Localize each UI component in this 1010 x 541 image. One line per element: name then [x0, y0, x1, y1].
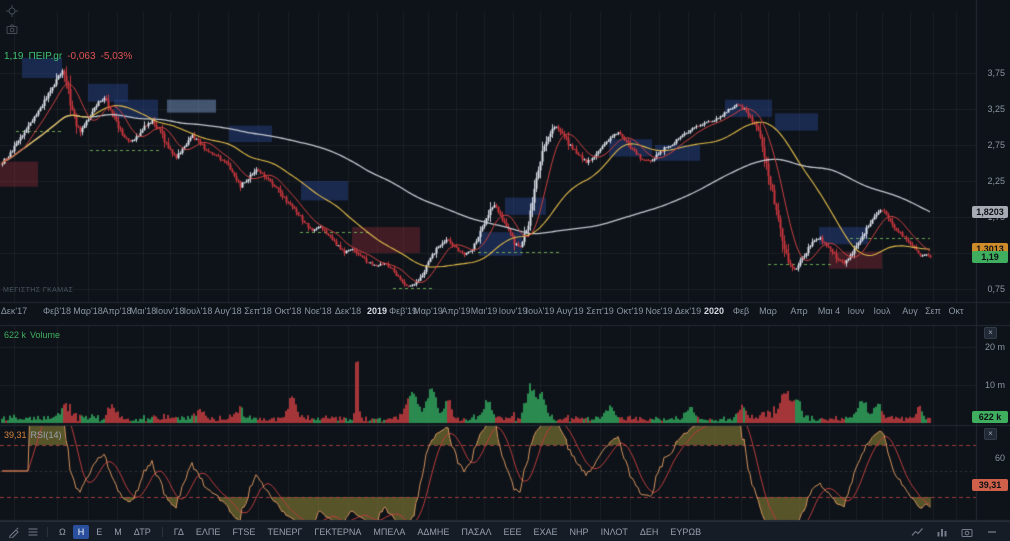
- time-axis-label: Απρ'18: [102, 306, 131, 316]
- symbol-button-ΕΛΠΕ[interactable]: ΕΛΠΕ: [191, 525, 226, 539]
- toolbar-divider: [162, 527, 163, 537]
- volume-pane-close-button[interactable]: ×: [984, 327, 997, 339]
- symbol-button-ΤΕΝΕΡΓ[interactable]: ΤΕΝΕΡΓ: [262, 525, 307, 539]
- symbol-button-ΓΕΚΤΕΡΝΑ[interactable]: ΓΕΚΤΕΡΝΑ: [309, 525, 366, 539]
- top-left-tools: [5, 4, 18, 35]
- time-axis-label: Δεκ'17: [1, 306, 27, 316]
- time-axis-label: Οκτ'18: [275, 306, 302, 316]
- time-axis-label: Ιουλ'18: [184, 306, 213, 316]
- time-axis-label: Φεβ: [733, 306, 749, 316]
- time-axis-label: Ιουν'19: [499, 306, 528, 316]
- symbol-button-ΕΥΡΩΒ[interactable]: ΕΥΡΩΒ: [665, 525, 706, 539]
- time-axis-label: Απρ: [790, 306, 807, 316]
- price-scale-label: 0,75: [987, 284, 1005, 294]
- watchlist-icon[interactable]: [25, 525, 41, 539]
- time-axis-label: Ιουλ: [874, 306, 891, 316]
- timeframe-button-Μ[interactable]: Μ: [109, 525, 127, 539]
- time-axis-label: Ιουν'18: [156, 306, 185, 316]
- ma-long-price-badge: 1,8203: [972, 206, 1008, 218]
- camera-icon[interactable]: [5, 22, 18, 35]
- time-axis-label: Μαι'19: [471, 306, 497, 316]
- time-axis-label: 2019: [367, 306, 387, 316]
- timeframe-button-ΔΤΡ[interactable]: ΔΤΡ: [129, 525, 156, 539]
- symbol-button-ΕΕΕ[interactable]: ΕΕΕ: [499, 525, 527, 539]
- camera-icon[interactable]: [959, 525, 975, 539]
- volume-value-badge: 622 k: [972, 411, 1008, 423]
- trading-app: 1,19 ΠΕΙΡ.gr -0,063 -5,03% ΜΕΓΙΣΤΗΣ ΓΚΑΜ…: [0, 0, 1010, 541]
- symbol-button-ΓΔ[interactable]: ΓΔ: [169, 525, 189, 539]
- pane-watermark: ΜΕΓΙΣΤΗΣ ΓΚΑΜΑΣ: [3, 287, 73, 294]
- crosshair-icon[interactable]: [5, 4, 18, 17]
- bottom-toolbar: ΩΗΕΜΔΤΡ ΓΔΕΛΠΕFTSEΤΕΝΕΡΓΓΕΚΤΕΡΝΑΜΠΕΛΑΑΔΜ…: [0, 521, 1010, 541]
- pencil-icon[interactable]: [6, 525, 22, 539]
- time-axis-label: Ιουλ'19: [526, 306, 555, 316]
- rsi-value-badge: 39,31: [972, 479, 1008, 491]
- timeframe-group: ΩΗΕΜΔΤΡ: [54, 525, 156, 539]
- minus-icon[interactable]: [984, 525, 1000, 539]
- time-axis-label: Μαι 4: [818, 306, 840, 316]
- price-change-pct: -5,03%: [101, 51, 133, 62]
- time-axis-label: Δεκ'18: [335, 306, 361, 316]
- timeframe-button-Ε[interactable]: Ε: [91, 525, 107, 539]
- price-scale-label: 2,75: [987, 140, 1005, 150]
- time-axis-label: Σεπ: [925, 306, 941, 316]
- time-axis-label: Οκτ'19: [617, 306, 644, 316]
- rsi-indicator-name[interactable]: RSI(14): [31, 430, 62, 440]
- symbol-button-ΜΠΕΛΑ[interactable]: ΜΠΕΛΑ: [368, 525, 410, 539]
- time-axis-label: Μαι'18: [130, 306, 156, 316]
- symbol-shortcut-group: ΓΔΕΛΠΕFTSEΤΕΝΕΡΓΓΕΚΤΕΡΝΑΜΠΕΛΑΑΔΜΗΕΠΑΣΑΛΕ…: [169, 525, 706, 539]
- time-axis-label: Φεβ'18: [43, 306, 71, 316]
- time-axis-label: Αυγ'19: [556, 306, 583, 316]
- symbol-button-ΔΕΗ[interactable]: ΔΕΗ: [635, 525, 664, 539]
- time-axis-label: Μαρ: [759, 306, 777, 316]
- rsi-scale-label: 60: [995, 453, 1005, 463]
- symbol-button-ΝΗΡ[interactable]: ΝΗΡ: [565, 525, 594, 539]
- time-axis-label: Σεπ'18: [244, 306, 272, 316]
- time-axis-label: Σεπ'19: [586, 306, 614, 316]
- rsi-pane-close-button[interactable]: ×: [984, 428, 997, 440]
- time-axis-label: Αυγ'18: [214, 306, 241, 316]
- volume-scale-label: 10 m: [985, 380, 1005, 390]
- volume-value: 622 k: [4, 330, 26, 340]
- symbol-button-ΠΑΣΑΛ[interactable]: ΠΑΣΑΛ: [456, 525, 496, 539]
- price-scale-label: 3,75: [987, 68, 1005, 78]
- histogram-icon[interactable]: [934, 525, 950, 539]
- time-axis-label: Αυγ: [902, 306, 917, 316]
- toolbar-divider: [47, 527, 48, 537]
- symbol-button-ΕΧΑΕ[interactable]: ΕΧΑΕ: [529, 525, 563, 539]
- volume-pane-header: 622 k Volume: [4, 330, 60, 340]
- time-axis-label: Απρ'19: [441, 306, 470, 316]
- last-price: 1,19: [4, 51, 23, 62]
- toolbar-right-icons: [909, 525, 1004, 539]
- time-axis-label: Νοε'19: [645, 306, 672, 316]
- price-scale-label: 2,25: [987, 176, 1005, 186]
- volume-indicator-name[interactable]: Volume: [30, 330, 60, 340]
- symbol-button-ΙΝΛΟΤ[interactable]: ΙΝΛΟΤ: [596, 525, 633, 539]
- time-axis-label: Μαρ'18: [73, 306, 103, 316]
- time-axis-label: Οκτ: [948, 306, 963, 316]
- time-axis-label: 2020: [704, 306, 724, 316]
- time-axis-label: Μαρ'19: [413, 306, 443, 316]
- timeframe-button-Ω[interactable]: Ω: [54, 525, 71, 539]
- timeframe-button-Η[interactable]: Η: [73, 525, 90, 539]
- time-axis-label: Νοε'18: [304, 306, 331, 316]
- volume-scale-label: 20 m: [985, 342, 1005, 352]
- rsi-pane-header: 39,31 RSI(14): [4, 430, 62, 440]
- rsi-value: 39,31: [4, 430, 27, 440]
- chart-line-icon[interactable]: [909, 525, 925, 539]
- symbol-name[interactable]: ΠΕΙΡ.gr: [28, 51, 62, 62]
- symbol-button-ΑΔΜΗΕ[interactable]: ΑΔΜΗΕ: [412, 525, 454, 539]
- symbol-button-FTSE[interactable]: FTSE: [227, 525, 260, 539]
- time-axis-label: Ιουν: [848, 306, 865, 316]
- price-scale-label: 3,25: [987, 104, 1005, 114]
- price-change: -0,063: [67, 51, 95, 62]
- symbol-header: 1,19 ΠΕΙΡ.gr -0,063 -5,03%: [4, 51, 132, 62]
- time-axis-label: Δεκ'19: [675, 306, 701, 316]
- chart-canvas[interactable]: [0, 0, 1010, 541]
- last-price-badge: 1,19: [972, 251, 1008, 263]
